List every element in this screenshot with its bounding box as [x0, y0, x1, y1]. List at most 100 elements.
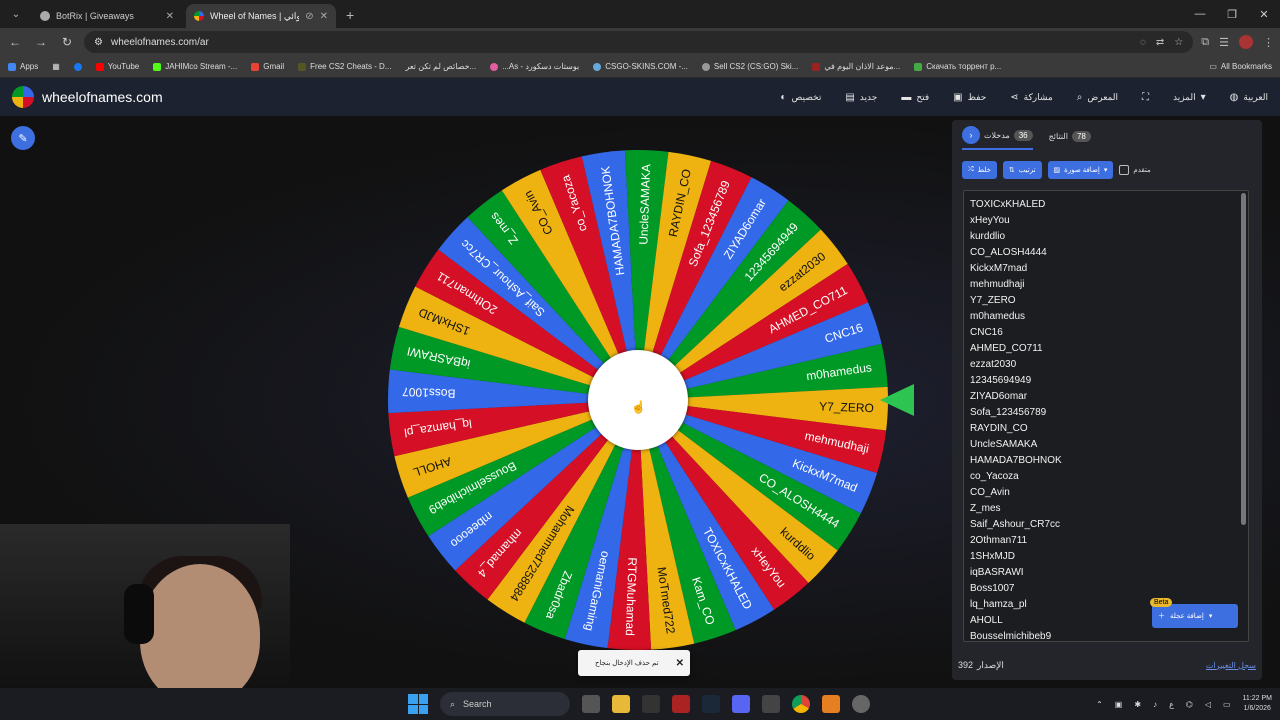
advanced-checkbox[interactable]: [1119, 165, 1130, 175]
menu-save[interactable]: ▣ حفظ: [953, 92, 986, 103]
url-input[interactable]: ⚙ wheelofnames.com/ar ◌ ⇄ ☆: [84, 31, 1194, 53]
tab-results[interactable]: النتائج 78: [1049, 127, 1091, 146]
entry-line[interactable]: Saif_Ashour_CR7cc: [970, 517, 1248, 533]
tab-entries[interactable]: › مدخلات 36: [962, 122, 1033, 150]
close-toast-icon[interactable]: ✕: [676, 658, 684, 669]
entry-line[interactable]: xHeyYou: [970, 213, 1248, 229]
entry-line[interactable]: kurddlio: [970, 229, 1248, 245]
reload-icon[interactable]: ↻: [58, 35, 76, 49]
file-explorer-icon[interactable]: [612, 695, 630, 713]
entry-line[interactable]: ZIYAD6omar: [970, 389, 1248, 405]
menu-gallery[interactable]: ⌕ المعرض: [1077, 92, 1118, 103]
bookmark-csgo-skins[interactable]: CSGO-SKINS.COM -...: [593, 62, 688, 71]
bookmark-gmail[interactable]: Gmail: [251, 62, 284, 71]
entry-line[interactable]: HAMADA7BOHNOK: [970, 453, 1248, 469]
taskbar-search[interactable]: ⌕ Search: [440, 692, 570, 716]
profile-avatar[interactable]: [1239, 35, 1253, 49]
menu-share[interactable]: ⋖ مشاركة: [1010, 92, 1052, 103]
menu-open[interactable]: ▬ فتح: [901, 92, 929, 103]
chevron-up-icon[interactable]: ⌃: [1096, 700, 1103, 709]
bookmark-torrent[interactable]: Скачать торрент р...: [914, 62, 1001, 71]
entry-line[interactable]: iqBASRAWI: [970, 565, 1248, 581]
shuffle-button[interactable]: ⤮ خلط: [962, 161, 997, 179]
bookmark-discord-posts[interactable]: ...As - بوستات دسكورد: [490, 62, 579, 71]
app-tray-icon[interactable]: ▣: [1115, 700, 1123, 709]
app-icon[interactable]: [672, 695, 690, 713]
new-tab-icon[interactable]: +: [346, 7, 354, 23]
entries-textarea[interactable]: TOXICxKHALED xHeyYou kurddlio CO_ALOSH4444 K…: [963, 190, 1249, 642]
bookmark-star-icon[interactable]: ☆: [1174, 37, 1183, 48]
add-wheel-button[interactable]: ＋ إضافة عجلة ▾: [1152, 604, 1238, 628]
advanced-toggle[interactable]: متقدم: [1119, 165, 1151, 175]
bookmark-prayer-times[interactable]: موعد الاذان اليوم في...: [812, 62, 900, 71]
app-icon[interactable]: [822, 695, 840, 713]
app-icon[interactable]: [642, 695, 660, 713]
volume-icon[interactable]: ◁: [1205, 700, 1211, 709]
entry-line[interactable]: RAYDIN_CO: [970, 421, 1248, 437]
bookmark-cs2-cheats[interactable]: Free CS2 Cheats - D...: [298, 62, 392, 71]
menu-new[interactable]: ▤ جديد: [845, 92, 877, 103]
menu-more[interactable]: المزيد ▾: [1173, 92, 1206, 103]
forward-icon[interactable]: →: [32, 35, 50, 49]
battery-icon[interactable]: ▭: [1223, 700, 1231, 709]
entry-line[interactable]: Sofa_123456789: [970, 405, 1248, 421]
windows-start-icon[interactable]: [408, 694, 428, 714]
site-name[interactable]: wheelofnames.com: [42, 89, 163, 105]
menu-language[interactable]: ◍ العربية: [1230, 92, 1268, 103]
entry-line[interactable]: KickxM7mad: [970, 261, 1248, 277]
minimize-icon[interactable]: —: [1184, 8, 1216, 20]
bookmark-grid[interactable]: ▦: [52, 62, 60, 71]
edit-pencil-button[interactable]: ✎: [11, 126, 35, 150]
sort-button[interactable]: ⇅ ترتيب: [1002, 161, 1042, 179]
bookmark-facebook[interactable]: [73, 62, 82, 71]
entry-line[interactable]: Z_mes: [970, 501, 1248, 517]
microphone-icon[interactable]: ♪: [1153, 700, 1157, 709]
task-view-icon[interactable]: [582, 695, 600, 713]
translate-icon[interactable]: ⇄: [1156, 37, 1164, 48]
browser-tab-botrix[interactable]: BotRix | Giveaways ✕: [32, 4, 182, 28]
browser-tab-wheel[interactable]: Wheel of Names | العشوائي ⊘ ✕: [186, 4, 336, 28]
restore-icon[interactable]: ❐: [1216, 8, 1248, 21]
bookmark-arabic-1[interactable]: خصائص لم تكن تعر...: [406, 62, 477, 71]
add-image-button[interactable]: ▨ إضافة صورة ▾: [1047, 161, 1114, 179]
bookmark-apps[interactable]: Apps: [8, 62, 38, 71]
entry-line[interactable]: m0hamedus: [970, 309, 1248, 325]
chrome-icon[interactable]: [792, 695, 810, 713]
entry-line[interactable]: 2Othman711: [970, 533, 1248, 549]
entry-line[interactable]: Y7_ZERO: [970, 293, 1248, 309]
menu-fullscreen[interactable]: ⛶: [1142, 92, 1149, 103]
entry-line[interactable]: Bousselmichibeb9: [970, 629, 1248, 641]
reading-list-icon[interactable]: ☰: [1219, 36, 1229, 49]
steam-icon[interactable]: [702, 695, 720, 713]
menu-customize[interactable]: ◐ تخصيص: [780, 92, 821, 103]
entry-line[interactable]: 1SHxMJD: [970, 549, 1248, 565]
discord-icon[interactable]: [732, 695, 750, 713]
bookmark-jahimco[interactable]: JAHIMco Stream -...: [153, 62, 237, 71]
collapse-panel-icon[interactable]: ›: [962, 126, 980, 144]
entry-line[interactable]: CNC16: [970, 325, 1248, 341]
app-icon[interactable]: [762, 695, 780, 713]
entry-line[interactable]: AHMED_CO711: [970, 341, 1248, 357]
tab-search-dropdown[interactable]: ⌄: [4, 4, 28, 24]
menu-kebab-icon[interactable]: ⋮: [1263, 36, 1274, 49]
entry-line[interactable]: UncleSAMAKA: [970, 437, 1248, 453]
bluetooth-icon[interactable]: ✱: [1134, 700, 1141, 709]
close-window-icon[interactable]: ✕: [1248, 8, 1280, 21]
entry-line[interactable]: TOXICxKHALED: [970, 197, 1248, 213]
entry-line[interactable]: ezzat2030: [970, 357, 1248, 373]
eye-off-icon[interactable]: ◌: [1140, 37, 1146, 48]
close-tab-icon[interactable]: ✕: [166, 11, 174, 22]
settings-icon[interactable]: [852, 695, 870, 713]
entry-line[interactable]: 12345694949: [970, 373, 1248, 389]
bookmark-sell-cs2[interactable]: Sell CS2 (CS:GO) Ski...: [701, 62, 798, 71]
entry-line[interactable]: CO_ALOSH4444: [970, 245, 1248, 261]
bookmark-youtube[interactable]: YouTube: [95, 62, 139, 71]
close-tab-icon[interactable]: ✕: [320, 11, 328, 22]
all-bookmarks[interactable]: ▭ All Bookmarks: [1209, 62, 1272, 71]
changelog-link[interactable]: سجل التغييرات: [1206, 661, 1256, 670]
entries-scrollbar[interactable]: [1241, 193, 1246, 525]
back-icon[interactable]: ←: [6, 35, 24, 49]
entry-line[interactable]: Boss1007: [970, 581, 1248, 597]
entry-line[interactable]: CO_Avin: [970, 485, 1248, 501]
network-icon[interactable]: ⌬: [1186, 700, 1193, 709]
